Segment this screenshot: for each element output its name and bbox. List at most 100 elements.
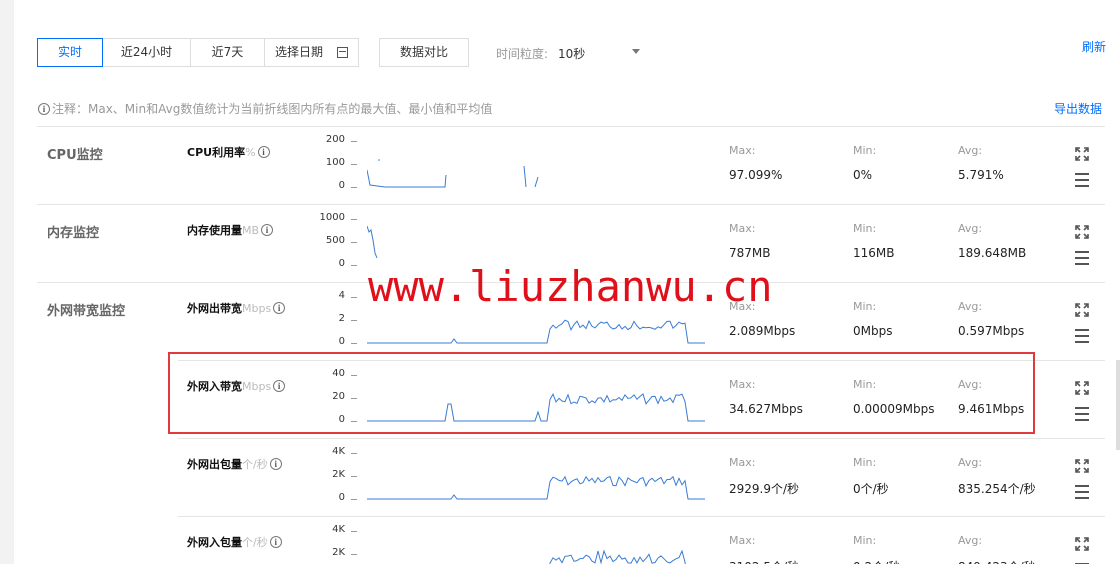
tab-24h[interactable]: 近24小时	[103, 39, 191, 66]
stat-value-min: 116MB	[853, 246, 895, 260]
stat-label-max: Max:	[729, 222, 756, 235]
info-icon: i	[38, 102, 50, 115]
info-icon[interactable]: i	[273, 302, 286, 314]
granularity-label: 时间粒度:	[496, 47, 549, 61]
y-tick-label: 2K	[332, 469, 345, 480]
expand-icon[interactable]	[1075, 225, 1089, 239]
sparkline-series	[367, 169, 447, 188]
date-picker-label: 选择日期	[275, 45, 324, 59]
y-tick	[351, 476, 357, 477]
metric-name: CPU利用率% i	[187, 144, 270, 160]
tab-7d[interactable]: 近7天	[191, 39, 265, 66]
stat-value-max: 97.099%	[729, 168, 783, 182]
group-label-memory: 内存监控	[47, 226, 100, 241]
y-tick	[351, 343, 357, 344]
y-tick-label: 100	[325, 157, 345, 168]
metric-unit: 个/秒	[242, 458, 268, 471]
left-gutter	[0, 0, 14, 564]
sparkline-series	[367, 319, 705, 344]
y-tick	[351, 187, 357, 188]
stat-label-avg: Avg:	[958, 534, 983, 547]
date-picker-button[interactable]: 选择日期	[265, 39, 359, 66]
y-tick-label: 2	[338, 313, 345, 324]
sparkline-series	[523, 165, 527, 188]
granularity-value: 10秒	[558, 47, 586, 61]
y-tick-label: 0	[338, 258, 345, 269]
stat-value-min: 0%	[853, 168, 873, 182]
stat-value-avg: 189.648MB	[958, 246, 1027, 260]
stat-value-avg: 849.423个/秒	[958, 558, 1036, 564]
expand-icon[interactable]	[1075, 537, 1089, 551]
highlight-box	[168, 352, 1035, 434]
divider	[37, 126, 1105, 127]
y-tick-label: 500	[325, 235, 345, 246]
sparkline-series	[534, 176, 539, 188]
note: i 注释：Max、Min和Avg数值统计为当前折线图内所有点的最大值、最小值和平…	[38, 100, 492, 117]
stat-label-avg: Avg:	[958, 300, 983, 313]
metric-title: 外网出带宽	[187, 302, 242, 315]
stat-label-max: Max:	[729, 534, 756, 547]
menu-icon[interactable]	[1075, 173, 1089, 187]
stat-value-max: 787MB	[729, 246, 771, 260]
granularity-select[interactable]: 10秒	[558, 45, 640, 62]
y-tick-label: 0	[338, 492, 345, 503]
menu-icon[interactable]	[1075, 251, 1089, 265]
metric-title: 外网出包量	[187, 458, 242, 471]
info-icon[interactable]: i	[269, 458, 282, 470]
info-icon[interactable]: i	[261, 224, 274, 236]
expand-icon[interactable]	[1075, 381, 1089, 395]
sparkline-chart[interactable]	[367, 452, 707, 502]
divider	[178, 438, 1105, 439]
sparkline-chart[interactable]	[367, 140, 707, 190]
chevron-down-icon	[632, 49, 640, 54]
metric-title: CPU利用率	[187, 146, 246, 159]
y-tick	[351, 242, 357, 243]
y-tick	[351, 297, 357, 298]
y-tick-label: 2K	[332, 547, 345, 558]
scrollbar[interactable]	[1116, 360, 1120, 450]
export-data-link[interactable]: 导出数据	[1054, 100, 1102, 117]
metric-name: 外网出包量 个/秒 i	[187, 456, 282, 472]
stat-value-avg: 835.254个/秒	[958, 482, 1036, 496]
stat-label-min: Min:	[853, 144, 877, 157]
stat-label-avg: Avg:	[958, 222, 983, 235]
time-range-tabs: 实时 近24小时 近7天 选择日期	[37, 38, 360, 67]
info-icon[interactable]: i	[269, 536, 282, 548]
y-tick-label: 1000	[319, 212, 345, 223]
metric-title: 外网入包量	[187, 536, 242, 549]
metric-name: 外网入包量 个/秒 i	[187, 534, 282, 550]
y-tick	[351, 531, 357, 532]
y-tick	[351, 453, 357, 454]
y-tick	[351, 499, 357, 500]
stat-label-max: Max:	[729, 144, 756, 157]
stat-label-min: Min:	[853, 456, 877, 469]
stat-label-min: Min:	[853, 222, 877, 235]
watermark: www.liuzhanwu.cn	[368, 262, 773, 311]
stat-value-min: 0Mbps	[853, 324, 893, 338]
menu-icon[interactable]	[1075, 485, 1089, 499]
sparkline-chart[interactable]	[367, 218, 707, 268]
stat-value-max: 2929.9个/秒	[729, 482, 800, 496]
note-text: 注释：Max、Min和Avg数值统计为当前折线图内所有点的最大值、最小值和平均值	[52, 102, 493, 116]
expand-icon[interactable]	[1075, 147, 1089, 161]
stat-value-avg: 0.597Mbps	[958, 324, 1025, 338]
y-tick-label: 4K	[332, 524, 345, 535]
sparkline-series	[367, 475, 705, 500]
sparkline-chart[interactable]	[367, 530, 707, 564]
y-tick-label: 0	[338, 180, 345, 191]
tab-realtime[interactable]: 实时	[37, 38, 103, 67]
stat-value-min: 0.2个/秒	[853, 558, 900, 564]
stat-value-min: 0个/秒	[853, 482, 889, 496]
refresh-link[interactable]: 刷新	[1082, 38, 1106, 55]
metric-name: 内存使用量 MB i	[187, 222, 274, 238]
info-icon[interactable]: i	[257, 146, 270, 158]
expand-icon[interactable]	[1075, 459, 1089, 473]
y-tick	[351, 554, 357, 555]
menu-icon[interactable]	[1075, 329, 1089, 343]
metric-unit: 个/秒	[242, 536, 268, 549]
metric-unit: %	[245, 145, 256, 159]
stat-value-avg: 5.791%	[958, 168, 1004, 182]
compare-button[interactable]: 数据对比	[379, 38, 470, 67]
menu-icon[interactable]	[1075, 407, 1089, 421]
expand-icon[interactable]	[1075, 303, 1089, 317]
